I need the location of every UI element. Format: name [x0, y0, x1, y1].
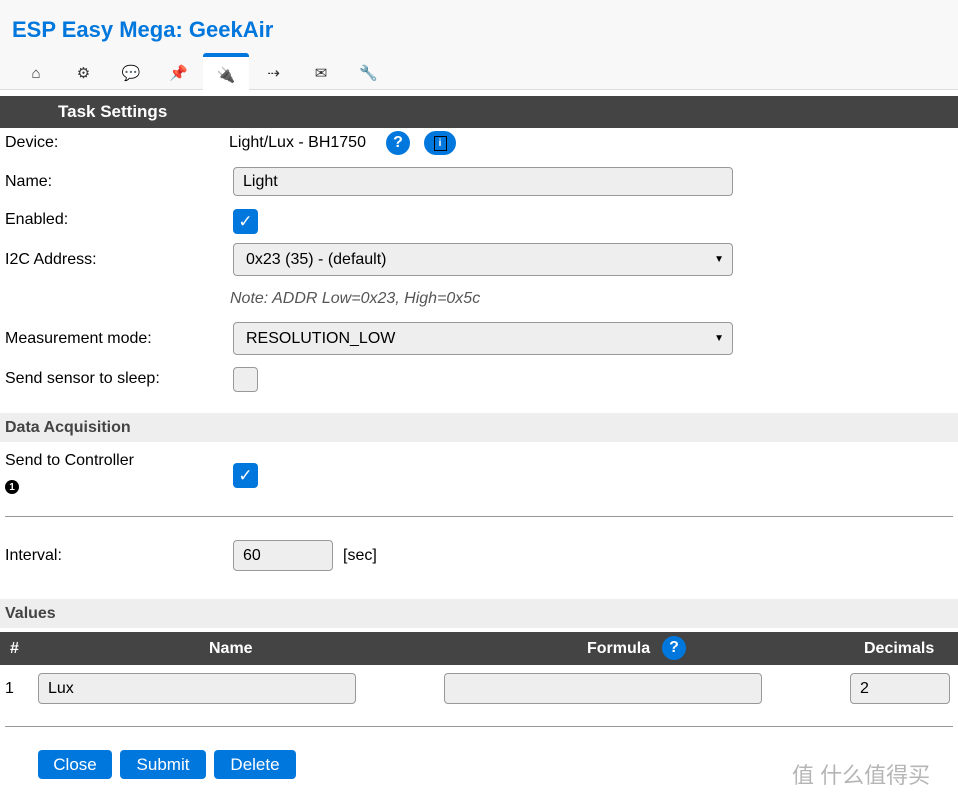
interval-label: Interval:: [5, 547, 62, 564]
data-acquisition-header: Data Acquisition: [0, 413, 958, 442]
info-icon[interactable]: i: [424, 131, 456, 155]
send-to-controller-label: Send to Controller: [5, 452, 134, 469]
measurement-mode-select[interactable]: RESOLUTION_LOW ▼: [233, 322, 733, 355]
value-number: 1: [5, 680, 14, 697]
mail-icon: ✉: [314, 65, 328, 82]
name-label: Name:: [5, 173, 53, 190]
value-decimals-input[interactable]: 2: [850, 673, 950, 704]
submit-button[interactable]: Submit: [120, 750, 206, 779]
value-name-input[interactable]: Lux: [38, 673, 356, 704]
sleep-checkbox[interactable]: [233, 367, 258, 392]
values-header: Values: [0, 599, 958, 628]
dropdown-arrow-icon: ▼: [714, 333, 724, 344]
controller-number-badge: 1: [5, 480, 19, 494]
i2c-note: Note: ADDR Low=0x23, High=0x5c: [230, 290, 481, 307]
tab-mail[interactable]: ✉: [298, 56, 344, 90]
values-table-header: # Name Formula ? Decimals: [0, 632, 958, 665]
tab-home[interactable]: ⌂: [13, 56, 59, 90]
interval-unit: [sec]: [343, 547, 377, 564]
divider: [5, 516, 953, 517]
gear-icon: ⚙: [76, 65, 91, 82]
wrench-icon: 🔧: [359, 65, 378, 82]
tab-chat[interactable]: 💬: [108, 56, 154, 90]
task-settings-header: Task Settings: [0, 96, 958, 128]
send-to-controller-checkbox[interactable]: ✓: [233, 463, 258, 488]
device-value: Light/Lux - BH1750: [229, 134, 366, 151]
enabled-checkbox[interactable]: ✓: [233, 209, 258, 234]
device-label: Device:: [5, 134, 59, 151]
measurement-mode-label: Measurement mode:: [5, 330, 152, 347]
name-input[interactable]: Light: [233, 167, 733, 196]
arrow-icon: ⇢: [267, 65, 280, 82]
i2c-address-label: I2C Address:: [5, 251, 97, 268]
divider: [5, 726, 953, 727]
plug-icon: 🔌: [216, 67, 236, 84]
tab-arrow[interactable]: ⇢: [251, 56, 297, 90]
watermark: 值 什么值得买: [792, 763, 931, 788]
value-formula-input[interactable]: [444, 673, 762, 704]
chat-icon: 💬: [121, 65, 141, 82]
enabled-label: Enabled:: [5, 211, 69, 228]
app-title: ESP Easy Mega: GeekAir: [12, 17, 274, 42]
sleep-label: Send sensor to sleep:: [5, 370, 160, 387]
column-header-name: Name: [209, 640, 253, 657]
column-header-decimals: Decimals: [864, 640, 935, 657]
delete-button[interactable]: Delete: [214, 750, 296, 779]
tab-plug[interactable]: 🔌: [203, 53, 249, 93]
dropdown-arrow-icon: ▼: [714, 254, 724, 265]
column-header-formula: Formula: [587, 640, 651, 657]
pin-icon: 📌: [169, 65, 188, 82]
column-header-num: #: [10, 640, 19, 657]
measurement-mode-value: RESOLUTION_LOW: [246, 329, 396, 347]
close-button[interactable]: Close: [38, 750, 112, 779]
tab-wrench[interactable]: 🔧: [346, 56, 392, 90]
tab-gear[interactable]: ⚙: [61, 56, 107, 90]
tab-pin[interactable]: 📌: [156, 56, 202, 90]
i2c-address-select[interactable]: 0x23 (35) - (default) ▼: [233, 243, 733, 276]
formula-help-icon[interactable]: ?: [662, 636, 686, 660]
interval-input[interactable]: 60: [233, 540, 333, 571]
help-icon[interactable]: ?: [386, 131, 410, 155]
home-icon: ⌂: [31, 64, 41, 82]
i2c-address-value: 0x23 (35) - (default): [246, 250, 387, 268]
